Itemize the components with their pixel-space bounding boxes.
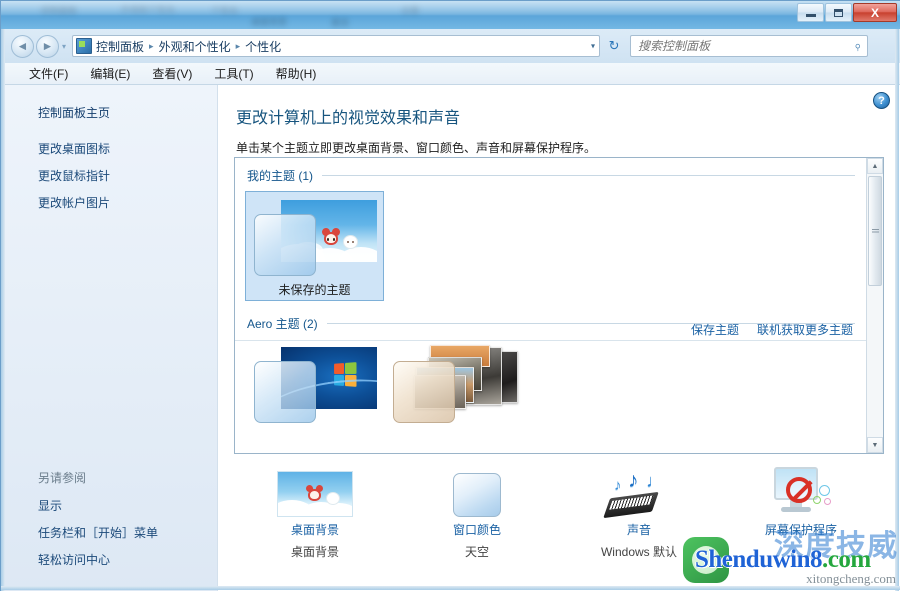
- theme-item-unsaved[interactable]: 未保存的主题: [245, 191, 384, 301]
- desktop-background-icon: [234, 463, 396, 517]
- theme-row-my-themes: 未保存的主题: [235, 184, 867, 301]
- ghost-text-4: 更改: [331, 18, 350, 28]
- content-pane: ? 更改计算机上的视觉效果和声音 单击某个主题立即更改桌面背景、窗口颜色、声音和…: [218, 85, 900, 591]
- breadcrumb-separator-1[interactable]: ▸: [232, 41, 245, 52]
- theme-item-windows7[interactable]: [245, 339, 384, 449]
- see-also-item-ease-of-access-center[interactable]: 轻松访问中心: [2, 546, 217, 573]
- setting-label-desktop-background[interactable]: 桌面背景: [234, 521, 396, 538]
- maximize-icon: [834, 8, 843, 17]
- titlebar-sheen: [1, 1, 900, 15]
- nav-buttons: ◄ ► ▾: [11, 34, 70, 58]
- breadcrumb-separator-0[interactable]: ▸: [145, 41, 158, 52]
- scroll-down-button[interactable]: ▼: [867, 437, 883, 453]
- theme-list-inner: 我的主题 (1) 未保存的主题 保存主题 联机获取更多主题 Aero 主题 (2…: [235, 158, 867, 453]
- theme-thumbnail-unsaved: [250, 198, 379, 280]
- menu-item-file[interactable]: 文件(F): [18, 63, 79, 84]
- snow-character-icon: [343, 235, 358, 249]
- refresh-button[interactable]: ↻: [603, 35, 625, 57]
- theme-row-aero-themes: [235, 332, 867, 449]
- sidebar-item-change-desktop-icons[interactable]: 更改桌面图标: [2, 135, 217, 162]
- search-input[interactable]: [631, 38, 854, 54]
- scrollbar-thumb[interactable]: [868, 176, 882, 286]
- menu-item-view[interactable]: 查看(V): [141, 63, 203, 84]
- see-also-item-display[interactable]: 显示: [2, 492, 217, 519]
- window-bevel-left: [1, 29, 5, 591]
- breadcrumb-item-0[interactable]: 控制面板: [95, 38, 145, 55]
- control-panel-icon: [76, 38, 93, 54]
- window-frame: 控制面板 外观和个性化 个性化 桌面背景 更改 主题 X ◄: [0, 0, 900, 591]
- personalization-window: 控制面板 外观和个性化 个性化 桌面背景 更改 主题 X ◄: [0, 0, 900, 591]
- page-subtitle: 单击某个主题立即更改桌面背景、窗口颜色、声音和屏幕保护程序。: [236, 141, 597, 155]
- sidebar-item-change-account-picture[interactable]: 更改帐户图片: [2, 189, 217, 216]
- window-bevel-bottom: [1, 586, 900, 590]
- get-more-themes-online-link[interactable]: 联机获取更多主题: [757, 321, 853, 338]
- sidebar: 控制面板主页 更改桌面图标 更改鼠标指针 更改帐户图片 另请参阅 显示 任务栏和…: [2, 85, 218, 591]
- setting-label-sound[interactable]: 声音: [558, 521, 720, 538]
- theme-group-rule-0: [322, 175, 855, 176]
- theme-group-title-0: 我的主题 (1): [247, 169, 314, 183]
- setting-value-desktop-background: 桌面背景: [290, 545, 339, 559]
- setting-value-window-color: 天空: [464, 545, 489, 559]
- see-also-title: 另请参阅: [38, 471, 87, 485]
- scrollbar-grip-icon: [871, 228, 879, 234]
- window-bevel-right: [895, 29, 899, 591]
- help-icon[interactable]: ?: [873, 92, 890, 109]
- glass-window-preview-windows7: [254, 361, 316, 423]
- setting-label-screensaver[interactable]: 屏幕保护程序: [720, 521, 882, 538]
- window-controls: X: [796, 3, 897, 22]
- setting-desktop-background[interactable]: 桌面背景 桌面背景: [234, 463, 396, 573]
- address-dropdown-icon[interactable]: ▾: [591, 42, 595, 51]
- window-color-icon: [396, 463, 558, 517]
- page-title: 更改计算机上的视觉效果和声音: [236, 110, 461, 127]
- search-box[interactable]: ⌕: [630, 35, 869, 57]
- navigation-bar: ◄ ► ▾ 控制面板 ▸ 外观和个性化 ▸ 个性化 ▾ ↻ ⌕: [2, 29, 900, 63]
- theme-thumbnail-landscapes: [389, 345, 518, 427]
- menu-item-edit[interactable]: 编辑(E): [79, 63, 141, 84]
- bear-character-icon: [321, 227, 341, 248]
- theme-panel-scrollbar[interactable]: ▲ ▼: [866, 158, 883, 453]
- breadcrumb-item-2[interactable]: 个性化: [244, 38, 282, 55]
- forward-button[interactable]: ►: [36, 34, 59, 58]
- theme-panel-links: 保存主题 联机获取更多主题: [691, 321, 853, 338]
- minimize-icon: [805, 14, 816, 17]
- theme-item-landscapes[interactable]: [384, 339, 523, 449]
- menu-item-help[interactable]: 帮助(H): [265, 63, 328, 84]
- history-dropdown-icon[interactable]: ▾: [62, 42, 66, 51]
- no-entry-icon: [786, 477, 812, 503]
- theme-label-unsaved: 未保存的主题: [278, 283, 351, 297]
- theme-group-title-1: Aero 主题 (2): [247, 317, 318, 331]
- glass-window-preview: [254, 214, 316, 276]
- scroll-up-button[interactable]: ▲: [867, 158, 883, 174]
- close-button[interactable]: X: [853, 3, 897, 22]
- address-bar[interactable]: 控制面板 ▸ 外观和个性化 ▸ 个性化 ▾: [72, 35, 601, 57]
- see-also-section: 另请参阅 显示 任务栏和［开始］菜单 轻松访问中心: [2, 465, 217, 573]
- titlebar: 控制面板 外观和个性化 个性化 桌面背景 更改 主题 X: [1, 1, 900, 29]
- minimize-button[interactable]: [797, 3, 824, 22]
- menu-bar: 文件(F) 编辑(E) 查看(V) 工具(T) 帮助(H): [2, 63, 900, 85]
- sidebar-item-control-panel-home[interactable]: 控制面板主页: [2, 99, 217, 135]
- see-also-item-taskbar-start-menu[interactable]: 任务栏和［开始］菜单: [2, 519, 217, 546]
- theme-list-panel[interactable]: 我的主题 (1) 未保存的主题 保存主题 联机获取更多主题 Aero 主题 (2…: [234, 157, 884, 454]
- screensaver-icon: [720, 463, 882, 517]
- sound-icon: ♪ ♪ ♩: [558, 463, 720, 519]
- breadcrumb-item-1[interactable]: 外观和个性化: [158, 38, 232, 55]
- body-area: 控制面板主页 更改桌面图标 更改鼠标指针 更改帐户图片 另请参阅 显示 任务栏和…: [2, 85, 900, 591]
- glass-window-preview-landscapes: [393, 361, 455, 423]
- setting-value-sound: Windows 默认: [600, 545, 677, 559]
- settings-row: 桌面背景 桌面背景 窗口颜色 天空 ♪ ♪ ♩ 声音 Windows 默认 屏幕…: [234, 463, 884, 573]
- setting-sound[interactable]: ♪ ♪ ♩ 声音 Windows 默认: [558, 463, 720, 573]
- setting-screensaver[interactable]: 屏幕保护程序: [720, 463, 882, 573]
- theme-thumbnail-windows7: [250, 345, 379, 427]
- back-button[interactable]: ◄: [11, 34, 34, 58]
- maximize-button[interactable]: [825, 3, 852, 22]
- save-theme-link[interactable]: 保存主题: [691, 321, 739, 338]
- theme-group-header-my-themes: 我的主题 (1): [235, 158, 867, 184]
- setting-label-window-color[interactable]: 窗口颜色: [396, 521, 558, 538]
- ghost-text-3: 桌面背景: [251, 17, 288, 27]
- setting-window-color[interactable]: 窗口颜色 天空: [396, 463, 558, 573]
- sidebar-item-change-mouse-pointers[interactable]: 更改鼠标指针: [2, 162, 217, 189]
- menu-item-tools[interactable]: 工具(T): [203, 63, 264, 84]
